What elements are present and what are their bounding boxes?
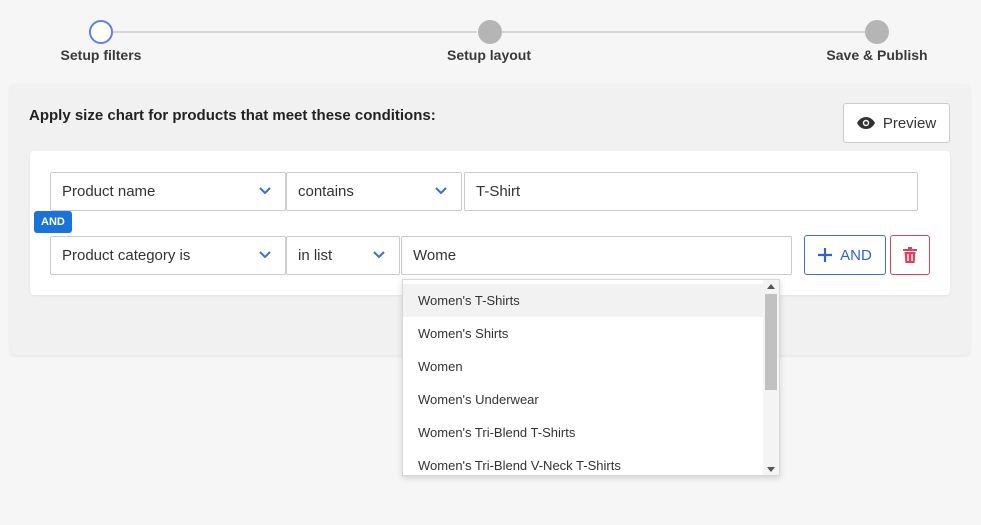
eye-icon	[856, 117, 875, 129]
step-3-label[interactable]: Save & Publish	[826, 47, 927, 63]
and-button-label: AND	[840, 246, 872, 264]
plus-icon	[818, 248, 833, 262]
condition-2-field-value: Product category is	[62, 247, 191, 264]
condition-1-operator-select[interactable]: contains	[286, 172, 462, 211]
add-and-condition-button[interactable]: AND	[804, 235, 886, 275]
dropdown-scrollbar[interactable]	[763, 280, 779, 475]
suggestions-list: Women's T-Shirts Women's Shirts Women Wo…	[403, 284, 765, 475]
chevron-down-icon	[373, 251, 385, 259]
condition-2-field-select[interactable]: Product category is	[50, 236, 286, 275]
step-connector	[113, 31, 477, 33]
and-badge: AND	[34, 211, 72, 233]
condition-2-value-input[interactable]: Wome	[401, 236, 792, 275]
condition-1-field-select[interactable]: Product name	[50, 172, 286, 211]
delete-condition-button[interactable]	[890, 235, 930, 275]
step-2-indicator[interactable]	[478, 20, 502, 44]
step-connector	[501, 31, 865, 33]
condition-1-field-value: Product name	[62, 183, 156, 200]
scroll-up-icon[interactable]	[767, 284, 775, 289]
step-2-label[interactable]: Setup layout	[447, 47, 531, 63]
preview-button[interactable]: Preview	[843, 103, 950, 143]
preview-label: Preview	[882, 114, 937, 132]
progress-stepper: Setup filters Setup layout Save & Publis…	[0, 0, 981, 80]
card-title: Apply size chart for products that meet …	[29, 107, 436, 124]
suggestion-option[interactable]: Women	[403, 350, 765, 383]
chevron-down-icon	[435, 187, 447, 195]
condition-1-value-input[interactable]: T-Shirt	[464, 172, 918, 211]
suggestion-option[interactable]: Women's Tri-Blend V-Neck T-Shirts	[403, 449, 765, 475]
scroll-thumb[interactable]	[765, 294, 777, 390]
step-3-indicator[interactable]	[865, 20, 889, 44]
chevron-down-icon	[259, 251, 271, 259]
scroll-down-icon[interactable]	[767, 467, 775, 472]
chevron-down-icon	[259, 187, 271, 195]
condition-2-operator-select[interactable]: in list	[286, 236, 400, 275]
condition-1-value-text: T-Shirt	[476, 183, 521, 200]
condition-2-value-text: Wome	[413, 247, 457, 264]
step-1-indicator[interactable]	[89, 20, 113, 44]
trash-icon	[903, 247, 917, 263]
suggestion-option[interactable]: Women's Shirts	[403, 317, 765, 350]
suggestion-option[interactable]: Women's Tri-Blend T-Shirts	[403, 416, 765, 449]
condition-1-operator-value: contains	[298, 183, 354, 200]
step-1-label[interactable]: Setup filters	[61, 47, 142, 63]
suggestion-option[interactable]: Women's T-Shirts	[403, 284, 765, 317]
category-suggestions-dropdown[interactable]: Women's T-Shirts Women's Shirts Women Wo…	[402, 279, 780, 476]
suggestion-option[interactable]: Women's Underwear	[403, 383, 765, 416]
condition-2-operator-value: in list	[298, 247, 333, 264]
